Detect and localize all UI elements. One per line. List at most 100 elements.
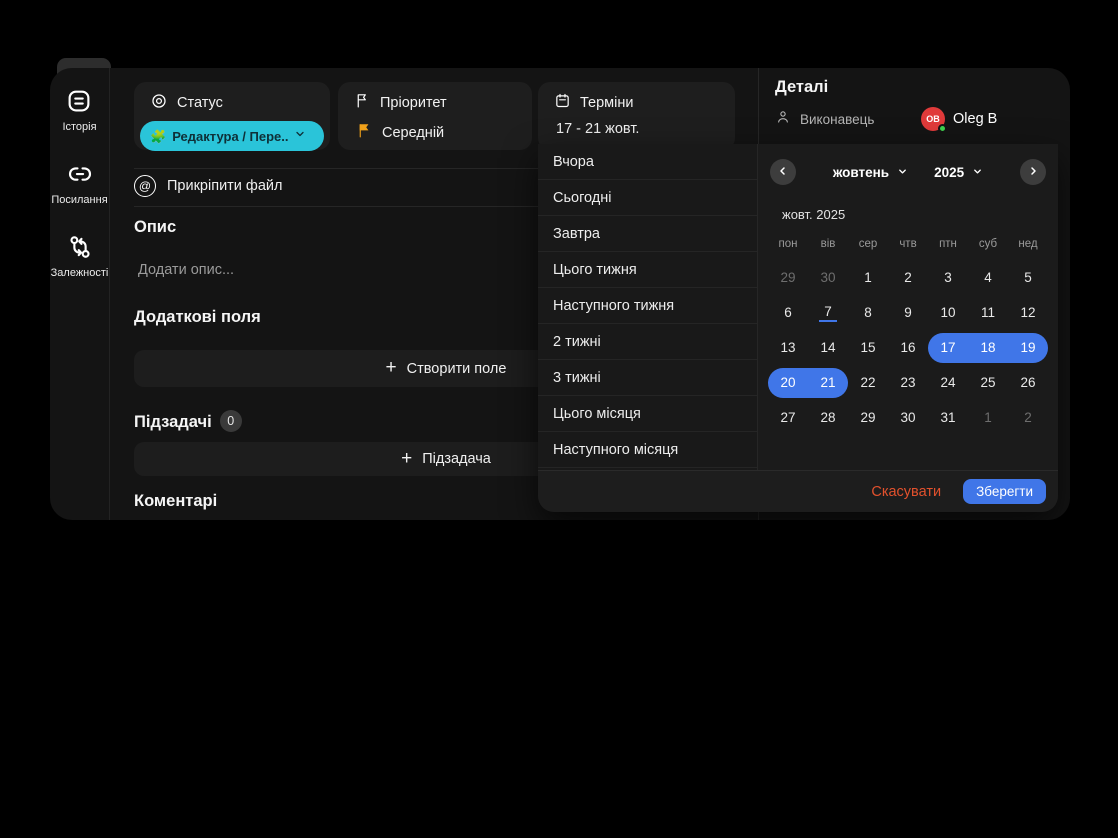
task-detail-modal: Історія Посилання [50, 68, 1070, 520]
popup-footer: Скасувати Зберегти [538, 470, 1058, 512]
priority-card: Пріоритет Середній [338, 82, 532, 150]
quick-range-item[interactable]: Цього місяця [538, 396, 757, 432]
priority-value: Середній [382, 125, 444, 141]
flag-outline-icon [354, 92, 371, 113]
person-icon [775, 109, 791, 130]
calendar-caption: жовт. 2025 [782, 207, 845, 222]
calendar-day[interactable]: 16 [888, 330, 928, 365]
calendar-day[interactable]: 31 [928, 400, 968, 435]
status-dropdown[interactable]: 🧩 Редактура / Пере.. [140, 121, 324, 151]
calendar-day[interactable]: 27 [768, 400, 808, 435]
sidebar-item-history[interactable]: Історія [62, 86, 96, 133]
flag-filled-icon [356, 122, 373, 143]
calendar-day[interactable]: 15 [848, 330, 888, 365]
calendar-day[interactable]: 9 [888, 295, 928, 330]
calendar-day[interactable]: 29 [848, 400, 888, 435]
online-status-dot [938, 124, 947, 133]
sidebar-item-dependencies[interactable]: Залежності [51, 232, 109, 279]
dependencies-icon [65, 232, 95, 262]
next-month-button[interactable] [1020, 159, 1046, 185]
calendar-day[interactable]: 17 [928, 330, 968, 365]
calendar-day[interactable]: 7 [808, 295, 848, 330]
calendar-day[interactable]: 21 [808, 365, 848, 400]
calendar-day[interactable]: 11 [968, 295, 1008, 330]
quick-range-item[interactable]: Сьогодні [538, 180, 757, 216]
avatar: OB [921, 107, 945, 131]
sidebar-item-links[interactable]: Посилання [51, 159, 107, 206]
details-title: Деталі [775, 78, 828, 97]
weekday-label: сер [848, 238, 888, 250]
quick-range-item[interactable]: Завтра [538, 216, 757, 252]
calendar-day[interactable]: 26 [1008, 365, 1048, 400]
create-field-label: Створити поле [407, 361, 507, 377]
chevron-down-icon [972, 165, 983, 180]
calendar-day[interactable]: 25 [968, 365, 1008, 400]
calendar-day[interactable]: 19 [1008, 330, 1048, 365]
link-icon [65, 159, 95, 189]
assignee-row: Виконавець OB Oleg B [775, 106, 1055, 132]
description-input[interactable]: Додати опис... [138, 262, 234, 278]
chevron-down-icon [897, 165, 908, 180]
calendar-day[interactable]: 13 [768, 330, 808, 365]
dates-card[interactable]: Терміни 17 - 21 жовт. [538, 82, 735, 150]
calendar-day[interactable]: 18 [968, 330, 1008, 365]
quick-range-list: ВчораСьогодніЗавтраЦього тижняНаступного… [538, 144, 758, 470]
sidebar-item-label: Історія [62, 121, 96, 133]
calendar-day[interactable]: 20 [768, 365, 808, 400]
calendar-day[interactable]: 30 [808, 260, 848, 295]
save-button[interactable]: Зберегти [963, 479, 1046, 504]
status-target-icon [150, 92, 168, 114]
assignee-name: Oleg B [953, 111, 997, 127]
weekday-label: вів [808, 238, 848, 250]
status-card: Статус 🧩 Редактура / Пере.. [134, 82, 330, 150]
month-select[interactable]: жовтень [833, 165, 908, 180]
page-background: Історія Посилання [0, 0, 1118, 838]
calendar-day[interactable]: 6 [768, 295, 808, 330]
quick-range-item[interactable]: Вчора [538, 144, 757, 180]
calendar-day[interactable]: 2 [1008, 400, 1048, 435]
calendar-day[interactable]: 14 [808, 330, 848, 365]
weekday-label: нед [1008, 238, 1048, 250]
calendar-day[interactable]: 29 [768, 260, 808, 295]
weekday-label: птн [928, 238, 968, 250]
chevron-right-icon [1027, 165, 1039, 180]
calendar-day[interactable]: 28 [808, 400, 848, 435]
quick-range-item[interactable]: 3 тижні [538, 360, 757, 396]
quick-range-item[interactable]: Наступного тижня [538, 288, 757, 324]
quick-range-item[interactable]: Цього тижня [538, 252, 757, 288]
calendar-day[interactable]: 10 [928, 295, 968, 330]
quick-range-item[interactable]: Наступного місяця [538, 432, 757, 468]
calendar-day[interactable]: 1 [848, 260, 888, 295]
quick-range-item[interactable]: 2 тижні [538, 324, 757, 360]
calendar-panel: жовтень 2025 [758, 144, 1058, 470]
calendar-day[interactable]: 30 [888, 400, 928, 435]
year-select[interactable]: 2025 [934, 165, 983, 180]
plus-icon: + [401, 449, 412, 468]
calendar-day[interactable]: 22 [848, 365, 888, 400]
cancel-button[interactable]: Скасувати [871, 484, 941, 500]
sidebar-item-label: Залежності [51, 267, 109, 279]
history-icon [64, 86, 94, 116]
dates-label: Терміни [580, 95, 633, 111]
chevron-left-icon [777, 165, 789, 180]
comments-title: Коментарі [134, 492, 217, 511]
calendar-day[interactable]: 24 [928, 365, 968, 400]
calendar-day[interactable]: 3 [928, 260, 968, 295]
subtasks-count-badge: 0 [220, 410, 242, 432]
calendar-day[interactable]: 2 [888, 260, 928, 295]
calendar-day[interactable]: 23 [888, 365, 928, 400]
calendar-icon [554, 92, 571, 113]
calendar-day[interactable]: 1 [968, 400, 1008, 435]
calendar-day[interactable]: 12 [1008, 295, 1048, 330]
chevron-down-icon [294, 127, 306, 145]
assignee-value[interactable]: OB Oleg B [921, 107, 997, 131]
weekday-row: понвівсерчтвптнсубнед [768, 238, 1048, 250]
attach-file-button[interactable]: @ Прикріпити файл [134, 175, 283, 197]
add-subtask-label: Підзадача [422, 451, 491, 467]
calendar-day[interactable]: 4 [968, 260, 1008, 295]
calendar-day[interactable]: 5 [1008, 260, 1048, 295]
prev-month-button[interactable] [770, 159, 796, 185]
priority-value-row[interactable]: Середній [344, 113, 526, 143]
plus-icon: + [386, 358, 397, 377]
calendar-day[interactable]: 8 [848, 295, 888, 330]
